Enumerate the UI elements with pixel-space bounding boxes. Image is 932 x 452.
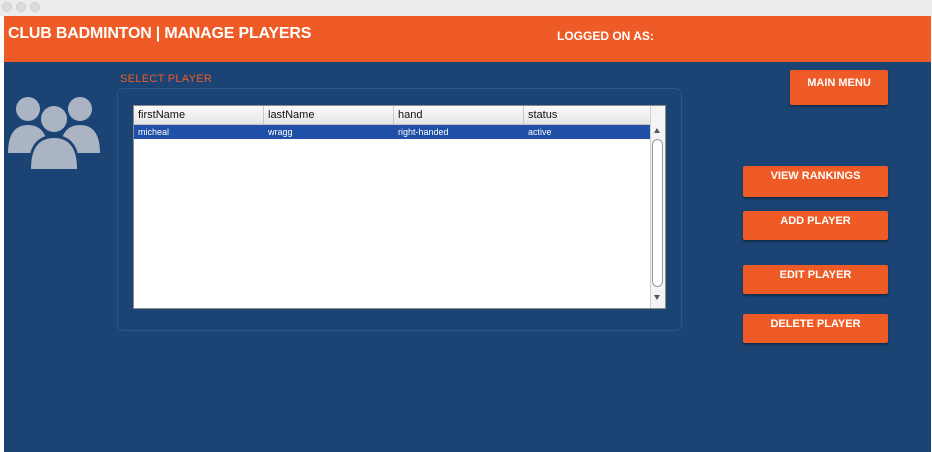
vertical-scrollbar[interactable] <box>650 106 665 308</box>
cell-status: active <box>528 127 552 137</box>
column-header-lastname[interactable]: lastName <box>264 106 394 124</box>
scroll-down-arrow-icon[interactable] <box>654 295 660 300</box>
app-window: CLUB BADMINTON | MANAGE PLAYERS LOGGED O… <box>4 16 931 452</box>
scroll-up-arrow-icon[interactable] <box>654 128 660 133</box>
players-table[interactable]: firstName lastName hand status micheal w… <box>133 105 666 309</box>
main-menu-button[interactable]: MAIN MENU <box>790 70 888 105</box>
cell-lastname: wragg <box>268 127 293 137</box>
edit-player-button[interactable]: EDIT PLAYER <box>743 265 888 294</box>
delete-player-button[interactable]: DELETE PLAYER <box>743 314 888 343</box>
window-close-control[interactable] <box>2 2 12 12</box>
cell-firstname: micheal <box>138 127 170 137</box>
column-header-hand[interactable]: hand <box>394 106 524 124</box>
view-rankings-button[interactable]: VIEW RANKINGS <box>743 166 888 197</box>
window-minimize-control[interactable] <box>16 2 26 12</box>
header-bar: CLUB BADMINTON | MANAGE PLAYERS LOGGED O… <box>4 16 931 62</box>
table-row[interactable]: micheal wragg right-handed active <box>134 125 651 139</box>
select-player-label: SELECT PLAYER <box>120 73 213 85</box>
cell-hand: right-handed <box>398 127 449 137</box>
logged-on-label: LOGGED ON AS: <box>557 29 654 43</box>
scrollbar-thumb[interactable] <box>652 139 663 287</box>
page-title: CLUB BADMINTON | MANAGE PLAYERS <box>8 25 312 42</box>
column-header-firstname[interactable]: firstName <box>134 106 264 124</box>
users-group-icon <box>6 91 102 171</box>
window-titlebar <box>0 0 932 16</box>
window-zoom-control[interactable] <box>30 2 40 12</box>
table-header: firstName lastName hand status <box>134 106 651 125</box>
column-header-status[interactable]: status <box>524 106 651 124</box>
add-player-button[interactable]: ADD PLAYER <box>743 211 888 240</box>
